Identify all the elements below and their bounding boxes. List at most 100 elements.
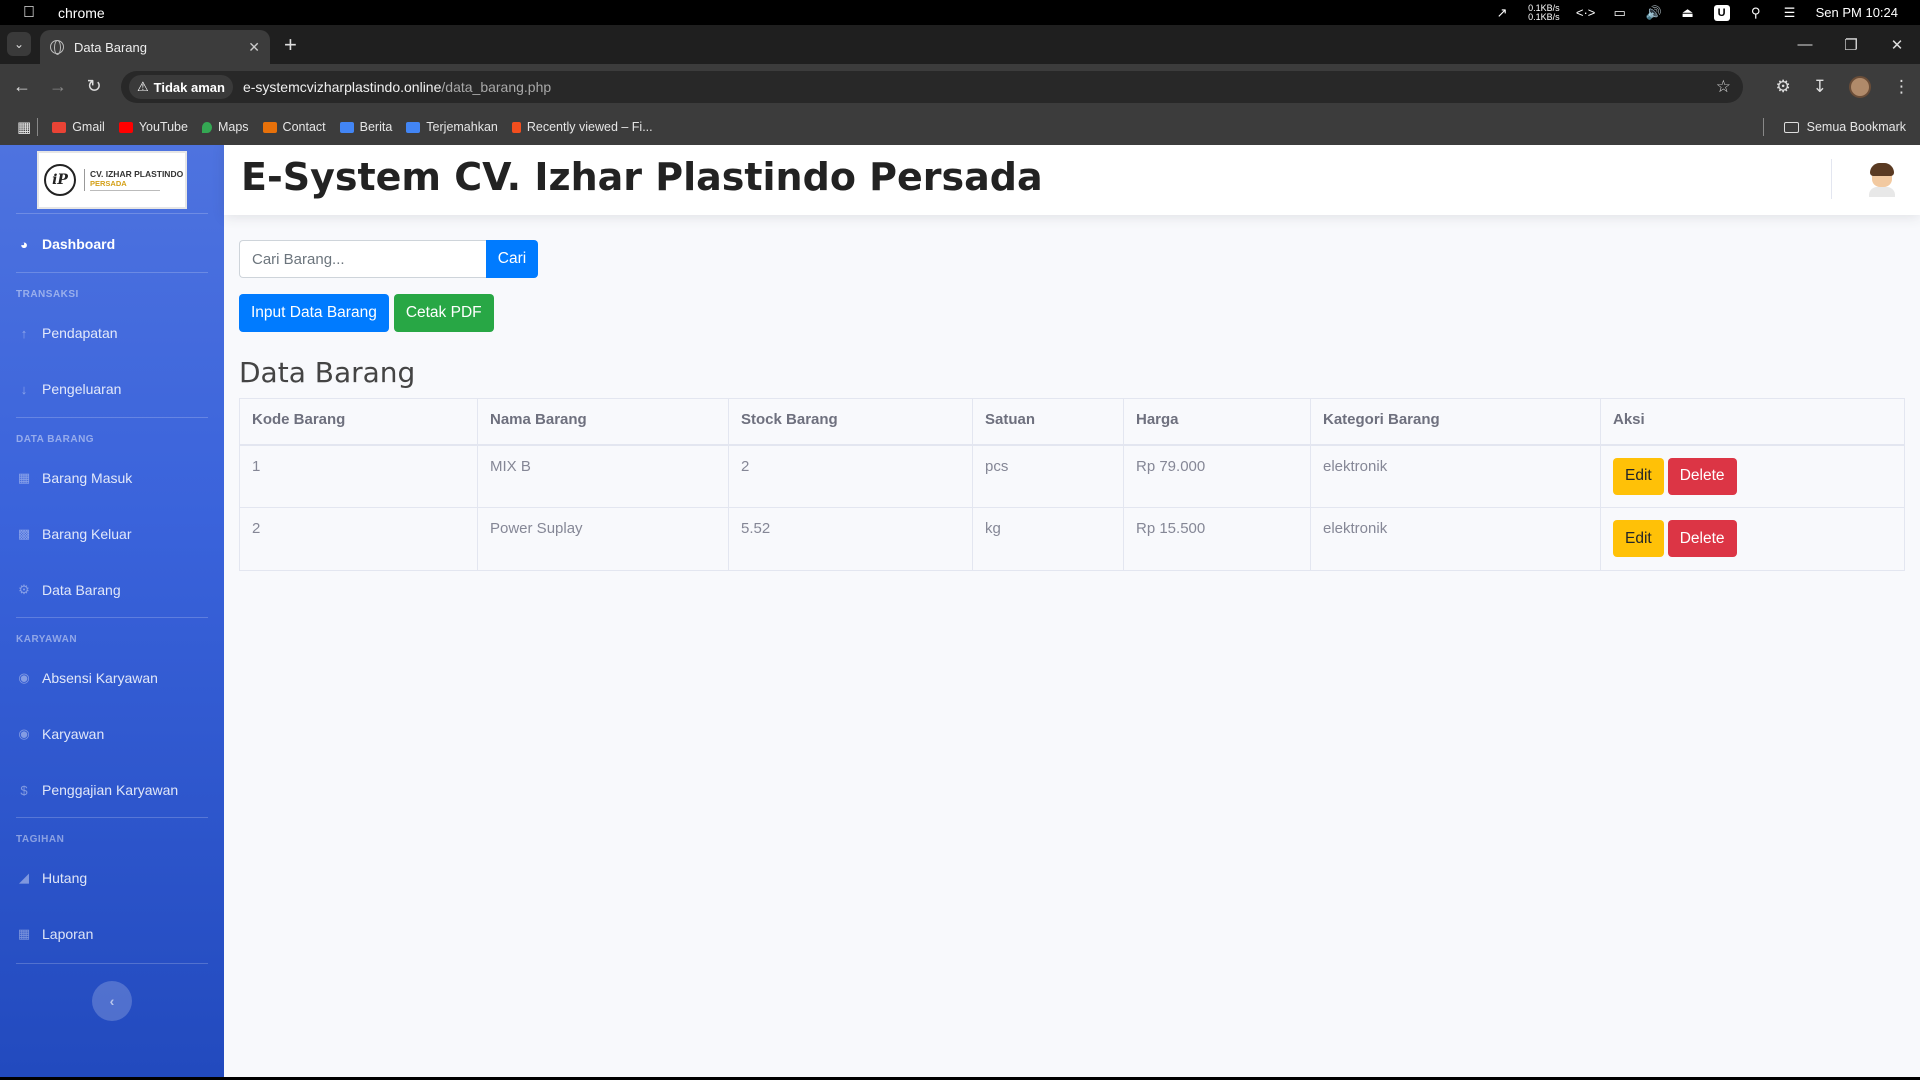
- input-data-barang-button[interactable]: Input Data Barang: [239, 294, 389, 332]
- sidebar-item-dashboard[interactable]: ◕ Dashboard: [16, 236, 115, 252]
- display-icon[interactable]: ▭: [1612, 5, 1628, 20]
- bookmark-berita[interactable]: Berita: [339, 120, 392, 134]
- sidebar-item-karyawan[interactable]: ◉ Karyawan: [16, 726, 104, 742]
- bookmark-label: Contact: [282, 120, 326, 134]
- window-close-icon[interactable]: ✕: [1874, 36, 1920, 54]
- extensions-puzzle-icon[interactable]: ⚙: [1776, 77, 1791, 97]
- sidebar-divider: [16, 617, 208, 618]
- eject-icon[interactable]: ⏏: [1680, 5, 1696, 20]
- volume-icon[interactable]: 🔊: [1646, 5, 1662, 20]
- sidebar-item-data-barang[interactable]: ⚙ Data Barang: [16, 582, 121, 598]
- sidebar: iP CV. IZHAR PLASTINDO PERSADA ◕ Dashboa…: [0, 145, 224, 1077]
- sidebar-item-barang-masuk[interactable]: ▦ Barang Masuk: [16, 470, 132, 486]
- search-button[interactable]: Cari: [486, 240, 538, 278]
- security-chip[interactable]: ⚠ Tidak aman: [129, 75, 233, 99]
- bookmark-separator: [37, 118, 39, 136]
- bookmark-figma[interactable]: Recently viewed – Fi...: [511, 120, 653, 134]
- net-down: 0.1KB/s: [1528, 11, 1560, 22]
- cell-stock: 5.52: [728, 507, 973, 571]
- warning-triangle-icon: ⚠: [137, 79, 149, 94]
- topbar-divider: [1831, 159, 1832, 199]
- new-tab-plus-icon[interactable]: +: [284, 34, 297, 56]
- brand-mark-icon: iP: [44, 164, 76, 196]
- cogs-icon: ⚙: [18, 582, 30, 597]
- sidebar-item-pendapatan[interactable]: ↑ Pendapatan: [16, 325, 118, 341]
- reload-icon[interactable]: ↻: [76, 76, 112, 97]
- sidebar-heading-transaksi: TRANSAKSI: [16, 289, 79, 300]
- column-header: Harga: [1123, 398, 1311, 446]
- wand-icon[interactable]: ↗: [1494, 5, 1510, 20]
- sidebar-item-label: Absensi Karyawan: [42, 670, 158, 686]
- box-icon: ▦: [17, 470, 31, 485]
- browser-tab[interactable]: Data Barang ✕: [40, 30, 270, 64]
- bookmark-contact[interactable]: Contact: [262, 120, 326, 134]
- bookmark-separator: [1762, 118, 1764, 136]
- sidebar-toggle-button[interactable]: ‹: [92, 981, 132, 1021]
- control-center-icon[interactable]: ☰: [1782, 5, 1798, 20]
- sidebar-item-label: Laporan: [42, 926, 94, 942]
- delete-button[interactable]: Delete: [1667, 457, 1737, 495]
- menubar-clock[interactable]: Sen PM 10:24: [1816, 5, 1898, 20]
- brand-tagline-bar: [90, 190, 160, 191]
- bookmark-gmail[interactable]: Gmail: [52, 120, 105, 134]
- sidebar-item-hutang[interactable]: ◢ Hutang: [16, 870, 87, 886]
- back-arrow-icon[interactable]: ←: [4, 76, 40, 97]
- sidebar-divider: [16, 417, 208, 418]
- tab-search-chevron-icon[interactable]: ⌄: [7, 32, 31, 56]
- code-icon[interactable]: <·>: [1576, 5, 1596, 20]
- bookmark-label: Maps: [217, 120, 249, 134]
- contact-icon: [262, 121, 277, 133]
- forward-arrow-icon[interactable]: →: [40, 76, 76, 97]
- kebab-menu-icon[interactable]: ⋮: [1893, 77, 1910, 97]
- sidebar-item-pengeluaran[interactable]: ↓ Pengeluaran: [16, 381, 122, 397]
- cetak-pdf-button[interactable]: Cetak PDF: [393, 294, 494, 332]
- bookmark-terjemahkan[interactable]: Terjemahkan: [406, 120, 498, 134]
- search-input[interactable]: [239, 240, 486, 278]
- maps-pin-icon: [201, 121, 212, 133]
- column-header: Satuan: [972, 398, 1124, 446]
- chrome-toolbar: ← → ↻ ⚠ Tidak aman e-systemcvizharplasti…: [0, 64, 1920, 109]
- gmail-icon: [52, 121, 67, 133]
- page-title: E-System CV. Izhar Plastindo Persada: [241, 155, 1043, 199]
- sidebar-heading-tagihan: TAGIHAN: [16, 834, 65, 845]
- column-header: Nama Barang: [477, 398, 729, 446]
- tab-close-icon[interactable]: ✕: [248, 39, 260, 56]
- cell-kode: 1: [239, 444, 478, 508]
- chrome-tab-strip: ⌄ Data Barang ✕ + — ❐ ✕: [0, 25, 1920, 64]
- delete-button[interactable]: Delete: [1667, 520, 1737, 557]
- profile-avatar[interactable]: [1849, 75, 1871, 98]
- address-bar[interactable]: ⚠ Tidak aman e-systemcvizharplastindo.on…: [121, 71, 1743, 103]
- download-icon[interactable]: ↧: [1813, 77, 1827, 97]
- sidebar-divider: [16, 963, 208, 964]
- edit-button[interactable]: Edit: [1613, 457, 1664, 495]
- cell-satuan: pcs: [972, 444, 1124, 508]
- restore-icon[interactable]: ❐: [1828, 36, 1874, 54]
- edit-button[interactable]: Edit: [1613, 520, 1664, 557]
- sidebar-item-label: Hutang: [42, 870, 88, 886]
- minimize-icon[interactable]: —: [1782, 36, 1828, 53]
- bookmark-maps[interactable]: Maps: [201, 120, 249, 134]
- table-header-row: Kode Barang Nama Barang Stock Barang Sat…: [239, 398, 1905, 446]
- bookmark-youtube[interactable]: YouTube: [118, 120, 188, 134]
- u-app-icon[interactable]: U: [1713, 4, 1730, 21]
- bookmark-star-icon[interactable]: ☆: [1716, 77, 1731, 97]
- spotlight-search-icon[interactable]: ⚲: [1748, 5, 1764, 20]
- cell-harga: Rp 79.000: [1123, 444, 1311, 508]
- app-name[interactable]: chrome: [58, 5, 105, 21]
- cell-kode: 2: [239, 507, 478, 571]
- sidebar-item-label: Karyawan: [42, 726, 105, 742]
- arrow-up-icon: ↑: [20, 325, 28, 341]
- brand-logo[interactable]: iP CV. IZHAR PLASTINDO PERSADA: [37, 151, 187, 209]
- sidebar-item-absensi-karyawan[interactable]: ◉ Absensi Karyawan: [16, 670, 158, 686]
- all-bookmarks[interactable]: Semua Bookmark: [1762, 118, 1920, 136]
- apple-icon[interactable]: : [0, 4, 58, 22]
- sidebar-item-barang-keluar[interactable]: ▩ Barang Keluar: [16, 526, 132, 542]
- user-avatar[interactable]: [1866, 163, 1898, 197]
- security-label: Tidak aman: [153, 79, 225, 95]
- sidebar-item-penggajian-karyawan[interactable]: $ Penggajian Karyawan: [16, 782, 178, 798]
- table-row: 2 Power Suplay 5.52 kg Rp 15.500 elektro…: [239, 507, 1905, 571]
- sidebar-item-laporan[interactable]: ▦ Laporan: [16, 926, 94, 942]
- column-header: Aksi: [1600, 398, 1905, 446]
- sidebar-item-label: Data Barang: [42, 582, 121, 598]
- apps-grid-icon[interactable]: ▦: [17, 118, 31, 136]
